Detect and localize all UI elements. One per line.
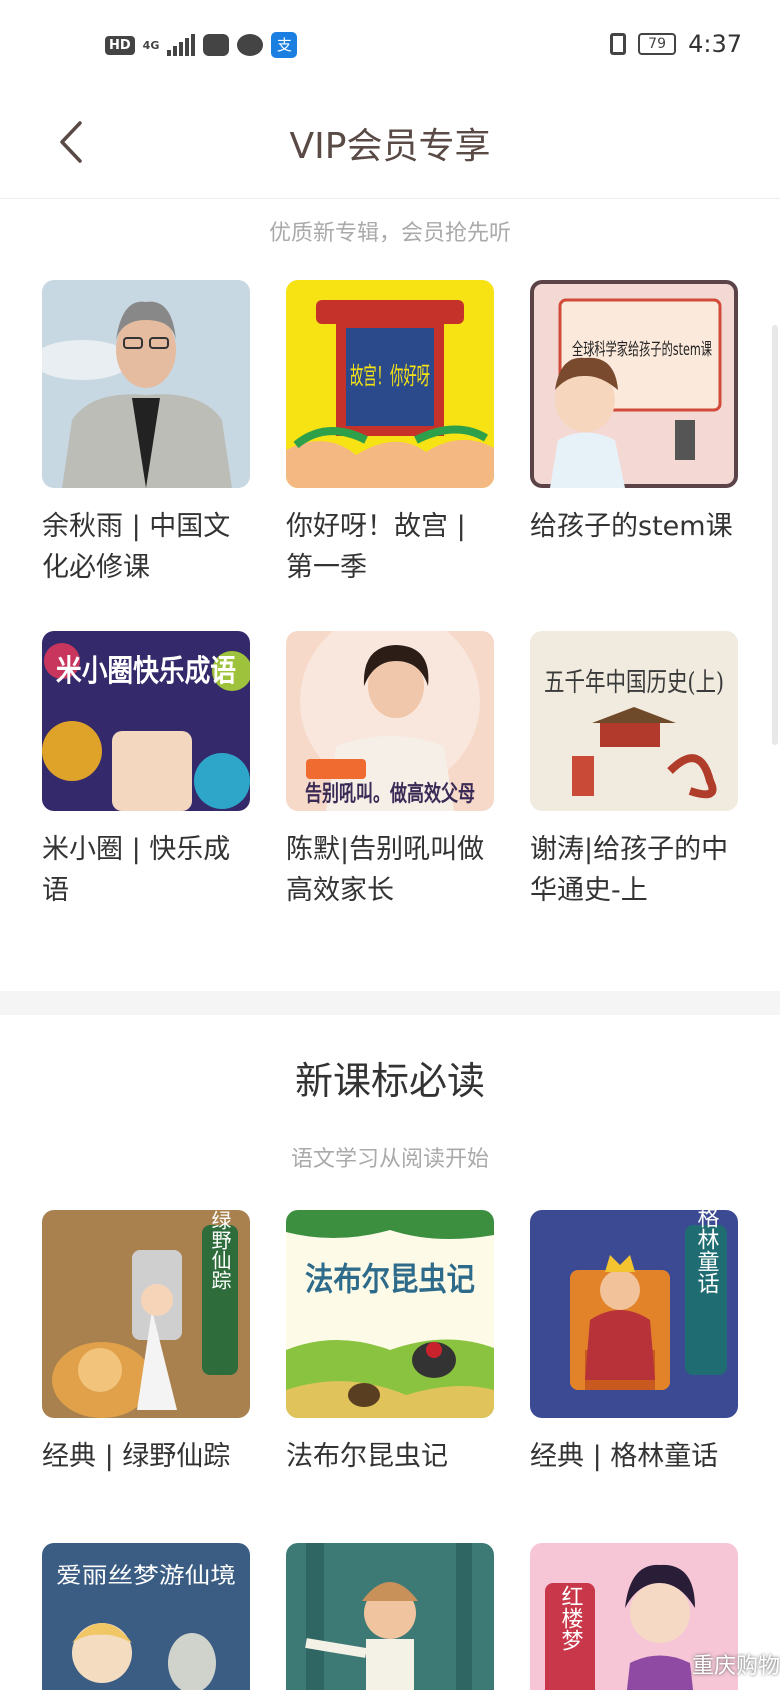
section-subtitle: 优质新专辑，会员抢先听 [268, 221, 511, 246]
status-right: 79 4:37 [610, 30, 742, 58]
network-type: 4G [142, 38, 160, 52]
cover-text: 五千年中国历史(上) [544, 668, 724, 698]
album-cover: 告别吼叫。做高效父母 [286, 631, 494, 811]
cover-text: 绿野仙踪 [208, 1210, 232, 1290]
album-cover: 格林童话 [530, 1210, 738, 1418]
album-cover: 爱丽丝梦游仙境 [42, 1543, 250, 1690]
album-card[interactable]: 全球科学家给孩子的stem课 给孩子的stem课 [530, 280, 740, 547]
navigation-bar: VIP会员专享 [0, 95, 780, 199]
album-title: 余秋雨 | 中国文化必修课 [42, 511, 231, 583]
section-title: 新课标必读 [294, 1059, 485, 1103]
album-cover: 法布尔昆虫记 [286, 1210, 494, 1418]
album-card[interactable]: 爱丽丝梦游仙境 [42, 1543, 252, 1690]
hd-badge: HD [105, 35, 135, 55]
album-title: 给孩子的stem课 [530, 511, 733, 542]
message-icon [237, 34, 264, 56]
cover-text: 故宫！你好呀 [350, 362, 430, 390]
album-title: 经典 | 绿野仙踪 [42, 1441, 231, 1472]
signal-icon [167, 34, 196, 56]
album-card[interactable]: 绿野仙踪 经典 | 绿野仙踪 [42, 1210, 252, 1477]
vibrate-icon [610, 33, 627, 55]
album-cover [286, 1543, 494, 1690]
status-left: HD 4G 支 [105, 32, 298, 58]
main-content[interactable]: 优质新专辑，会员抢先听 余秋雨 | 中国文化必修课 故宫！你好呀 你好呀！故宫 … [0, 198, 780, 1690]
cover-text: 格林童话 [694, 1210, 720, 1294]
album-card[interactable]: 余秋雨 | 中国文化必修课 [42, 280, 252, 588]
watermark: 重庆购物 [691, 1654, 780, 1679]
cover-text: 法布尔昆虫记 [305, 1260, 475, 1298]
cover-text: 全球科学家给孩子的stem课 [572, 340, 712, 360]
album-title: 谢涛|给孩子的中华通史-上 [530, 834, 729, 906]
album-cover: 全球科学家给孩子的stem课 [530, 280, 738, 488]
album-cover: 绿野仙踪 [42, 1210, 250, 1418]
scrollbar[interactable] [772, 325, 778, 745]
page-title: VIP会员专享 [289, 126, 491, 167]
album-title: 陈默|告别吼叫做高效家长 [286, 834, 485, 906]
clock: 4:37 [688, 30, 742, 58]
album-title: 法布尔昆虫记 [286, 1441, 448, 1472]
album-cover: 五千年中国历史(上) [530, 631, 738, 811]
battery-icon: 79 [638, 33, 677, 55]
cat-app-icon [203, 34, 230, 56]
album-card[interactable]: 格林童话 经典 | 格林童话 [530, 1210, 740, 1477]
album-cover: 米小圈快乐成语 [42, 631, 250, 811]
album-card[interactable]: 故宫！你好呀 你好呀！故宫 | 第一季 [286, 280, 496, 588]
cover-text: 爱丽丝梦游仙境 [56, 1564, 236, 1589]
section-divider [0, 991, 780, 1015]
album-card[interactable]: 米小圈快乐成语 米小圈 | 快乐成语 [42, 631, 252, 911]
album-title: 你好呀！故宫 | 第一季 [286, 511, 466, 583]
section-subtitle: 语文学习从阅读开始 [290, 1147, 489, 1172]
album-card[interactable]: 告别吼叫。做高效父母 陈默|告别吼叫做高效家长 [286, 631, 496, 911]
album-title: 经典 | 格林童话 [530, 1441, 719, 1472]
album-cover [42, 280, 250, 488]
alipay-icon: 支 [271, 32, 298, 58]
album-card[interactable]: 法布尔昆虫记 法布尔昆虫记 [286, 1210, 496, 1477]
album-card[interactable] [286, 1543, 496, 1690]
cover-text: 红楼梦 [558, 1585, 584, 1651]
status-bar: HD 4G 支 79 4:37 [0, 0, 780, 95]
album-cover: 故宫！你好呀 [286, 280, 494, 488]
album-title: 米小圈 | 快乐成语 [42, 834, 231, 906]
cover-text: 米小圈快乐成语 [56, 654, 236, 689]
album-card[interactable]: 五千年中国历史(上) 谢涛|给孩子的中华通史-上 [530, 631, 740, 911]
cover-text: 告别吼叫。做高效父母 [305, 781, 475, 807]
